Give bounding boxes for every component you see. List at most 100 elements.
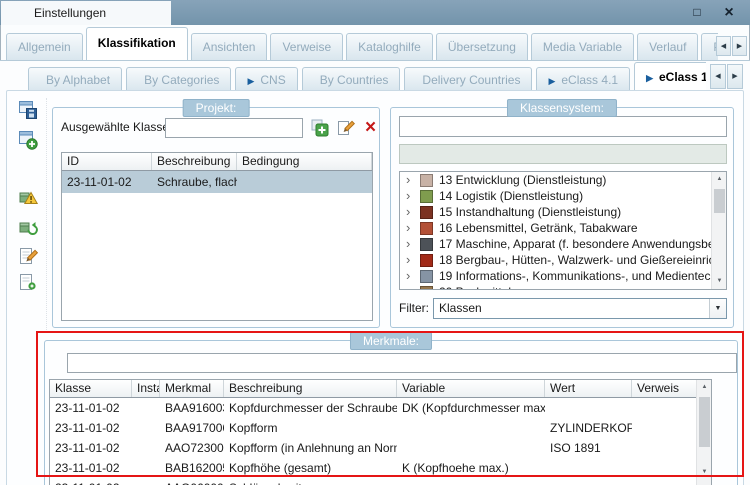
merkmale-table: Klasse Instanz Merkmal Beschreibung Vari… (49, 379, 712, 485)
tree-item-20[interactable]: › 20 Packmittel (400, 284, 726, 290)
column-header-instanz[interactable]: Instanz (132, 380, 160, 397)
tab-cns[interactable]: ▶ CNS (235, 67, 298, 92)
merkmale-row-5[interactable]: 23-11-01-02 AAO060002 Schlüsselweite (50, 478, 711, 485)
klassensystem-root-bar (399, 144, 727, 164)
scroll-left-icon[interactable]: ◀ (710, 64, 726, 89)
projekt-table: ID Beschreibung Bedingung 23-11-01-02 Sc… (61, 152, 373, 321)
tree-expander-icon[interactable]: › (406, 269, 420, 283)
merkmale-scrollbar[interactable]: ▲ ▼ (696, 380, 711, 485)
tab-by-alphabet[interactable]: By Alphabet (28, 67, 123, 92)
merkmale-row-2[interactable]: 23-11-01-02 BAA917006 Kopfform ZYLINDERK… (50, 418, 711, 438)
filter-dropdown[interactable]: Klassen ▼ (433, 298, 727, 319)
tab-allgemein[interactable]: Allgemein (6, 33, 83, 60)
tree-expander-icon[interactable]: › (406, 237, 420, 251)
column-header-id[interactable]: ID (62, 153, 152, 170)
column-header-klasse[interactable]: Klasse (50, 380, 132, 397)
tab-by-categories[interactable]: By Categories (126, 67, 232, 92)
tab-verweise[interactable]: Verweise (270, 33, 344, 60)
column-header-merkmal[interactable]: Merkmal (160, 380, 224, 397)
tree-item-16[interactable]: › 16 Lebensmittel, Getränk, Tabakware (400, 220, 726, 236)
toolbar-add-view-button[interactable] (18, 130, 40, 152)
tree-expander-icon[interactable]: › (406, 253, 420, 267)
tree-expander-icon[interactable]: › (406, 189, 420, 203)
cell-beschreibung: Schraube, flach ... (157, 175, 237, 189)
scroll-up-icon[interactable]: ▲ (712, 172, 726, 187)
tree-item-17[interactable]: › 17 Maschine, Apparat (f. besondere Anw… (400, 236, 726, 252)
toolbar-document-settings-button[interactable] (18, 272, 40, 294)
tree-expander-icon[interactable]: › (406, 173, 420, 187)
tree-expander-icon[interactable]: › (406, 205, 420, 219)
tab-klassifikation[interactable]: Klassifikation (85, 27, 188, 60)
scroll-left-icon[interactable]: ◀ (716, 36, 731, 56)
cell-wert: ZYLINDERKOPF (550, 421, 632, 435)
tree-item-13[interactable]: › 13 Entwicklung (Dienstleistung) (400, 172, 726, 188)
tab-delivery-countries[interactable]: Delivery Countries (404, 67, 533, 92)
cell-beschreibung: Schlüsselweite (224, 478, 397, 485)
cell-klasse: 23-11-01-02 (55, 401, 120, 415)
column-header-beschreibung[interactable]: Beschreibung (152, 153, 237, 170)
settings-dialog: Einstellungen □ × Allgemein Klassifikati… (0, 0, 750, 485)
tree-item-14[interactable]: › 14 Logistik (Dienstleistung) (400, 188, 726, 204)
edit-class-button[interactable] (337, 119, 356, 137)
close-button[interactable]: × (716, 2, 742, 23)
cell-instanz (132, 458, 160, 478)
tree-item-15[interactable]: › 15 Instandhaltung (Dienstleistung) (400, 204, 726, 220)
cell-verweis (632, 418, 697, 438)
toolbar-save-view-button[interactable] (18, 100, 40, 122)
toolbar-edit-document-button[interactable] (18, 246, 40, 268)
scroll-right-icon[interactable]: ▶ (727, 64, 743, 89)
column-header-beschreibung[interactable]: Beschreibung (224, 380, 397, 397)
tree-item-label: 19 Informations-, Kommunikations-, und M… (439, 269, 727, 283)
maximize-button[interactable]: □ (684, 2, 710, 23)
tab-media-variable[interactable]: Media Variable (530, 33, 635, 60)
column-header-verweis[interactable]: Verweis (632, 380, 697, 397)
scroll-down-icon[interactable]: ▼ (697, 465, 711, 480)
scrollbar-thumb[interactable] (714, 189, 725, 213)
scrollbar-thumb[interactable] (699, 397, 710, 447)
merkmale-group: Merkmale: Klasse Instanz Merkmal Beschre… (44, 332, 738, 485)
tab-ansichten[interactable]: Ansichten (190, 33, 268, 60)
projekt-table-row[interactable]: 23-11-01-02 Schraube, flach ... (62, 171, 372, 193)
toolbar-update-classification-button[interactable] (18, 216, 40, 238)
cell-klasse: 23-11-01-02 (55, 441, 120, 455)
tab-verlauf[interactable]: Verlauf (637, 33, 699, 60)
save-view-icon (19, 101, 37, 119)
column-header-variable[interactable]: Variable (397, 380, 545, 397)
merkmale-filter-input[interactable] (67, 353, 737, 373)
tree-scrollbar[interactable]: ▲ ▼ (711, 172, 726, 289)
tree-item-18[interactable]: › 18 Bergbau-, Hütten-, Walzwerk- und Gi… (400, 252, 726, 268)
delete-class-button[interactable]: × (365, 118, 376, 137)
subtab-label: By Categories (144, 73, 220, 87)
tree-item-label: 18 Bergbau-, Hütten-, Walzwerk- und Gieß… (439, 253, 727, 267)
subtab-label: CNS (260, 73, 286, 87)
klassensystem-search-input[interactable] (399, 116, 727, 137)
cell-instanz (132, 438, 160, 458)
tab-kataloghilfe[interactable]: Kataloghilfe (346, 33, 433, 60)
segment-thumbnail-icon (420, 173, 433, 187)
toolbar-check-classification-button[interactable] (18, 186, 40, 208)
add-class-button[interactable] (311, 119, 329, 137)
selected-classes-input[interactable] (165, 118, 303, 138)
merkmale-row-4[interactable]: 23-11-01-02 BAB162005 Kopfhöhe (gesamt) … (50, 458, 711, 478)
tab-by-countries[interactable]: By Countries (301, 67, 401, 92)
scroll-up-icon[interactable]: ▲ (697, 380, 711, 395)
scroll-right-icon[interactable]: ▶ (732, 36, 747, 56)
cell-variable: K (Kopfhoehe max.) (402, 461, 509, 475)
column-header-wert[interactable]: Wert (545, 380, 632, 397)
tree-expander-icon[interactable]: › (406, 285, 420, 290)
main-tab-bar: Allgemein Klassifikation Ansichten Verwe… (6, 27, 718, 60)
tree-expander-icon[interactable]: › (406, 221, 420, 235)
cell-bedingung (237, 171, 372, 193)
subtab-label: By Countries (319, 73, 389, 87)
tab-uebersetzung[interactable]: Übersetzung (435, 33, 528, 60)
scroll-down-icon[interactable]: ▼ (712, 274, 726, 289)
column-header-bedingung[interactable]: Bedingung (237, 153, 372, 170)
tab-eclass-41[interactable]: ▶ eClass 4.1 (536, 67, 631, 92)
merkmale-row-3[interactable]: 23-11-01-02 AAO723002 Kopfform (in Anleh… (50, 438, 711, 458)
cell-variable (397, 438, 545, 458)
tree-item-19[interactable]: › 19 Informations-, Kommunikations-, und… (400, 268, 726, 284)
dropdown-arrow-icon[interactable]: ▼ (709, 299, 726, 318)
projekt-group-label: Projekt: (182, 99, 250, 117)
tab-eclass-1001[interactable]: ▶ eClass 10.0.1 (634, 62, 706, 92)
merkmale-row-1[interactable]: 23-11-01-02 BAA916003 Kopfdurchmesser de… (50, 398, 711, 418)
